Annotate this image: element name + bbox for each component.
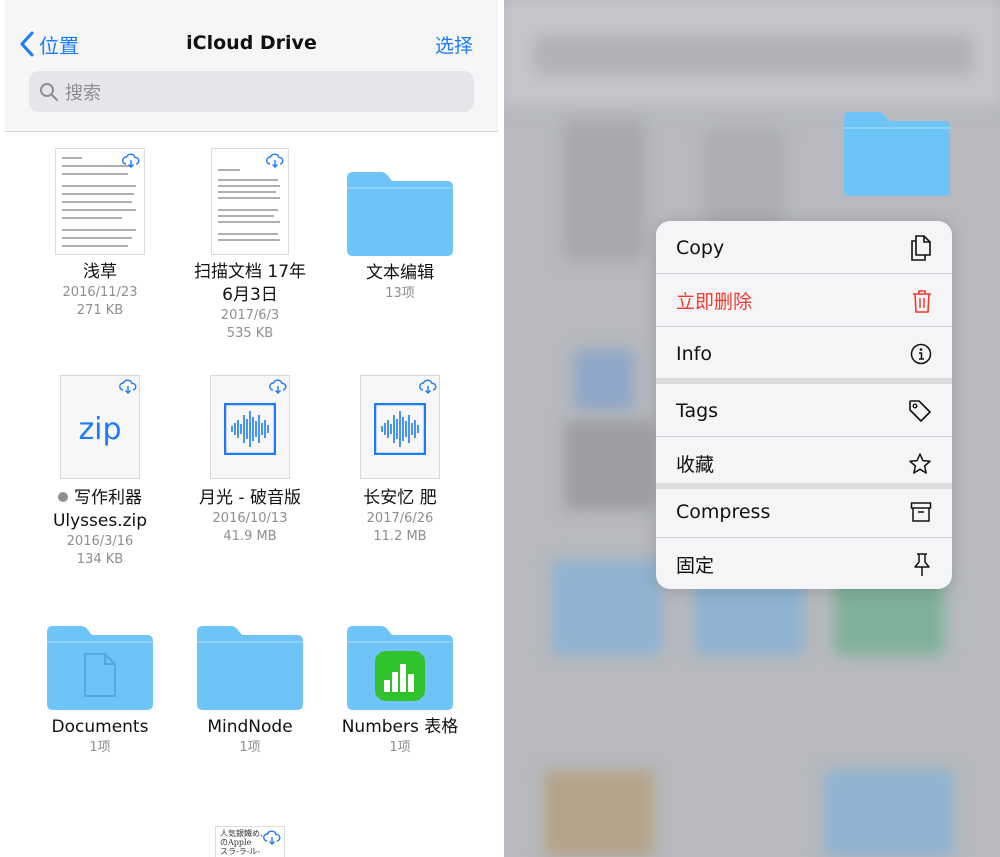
blurred-item bbox=[564, 120, 644, 260]
folder-icon bbox=[197, 626, 303, 710]
blurred-search bbox=[534, 35, 974, 75]
file-item[interactable]: 浅草 2016/11/23 271 KB bbox=[25, 148, 175, 320]
audio-icon bbox=[360, 375, 440, 479]
pin-icon bbox=[914, 552, 930, 576]
file-item[interactable]: 人気銀鐵め、 のApple スラ-ラ-ル- bbox=[175, 826, 325, 857]
file-date: 2017/6/26 bbox=[366, 511, 434, 526]
cloud-download-icon bbox=[269, 379, 287, 394]
file-name-line2: Ulysses.zip bbox=[52, 511, 148, 531]
folder-item[interactable]: Documents 1项 bbox=[25, 624, 175, 757]
file-item[interactable]: 扫描文档 17年 6月3日 2017/6/3 535 KB bbox=[175, 148, 325, 343]
menu-label: 固定 bbox=[676, 555, 715, 577]
cloud-download-icon bbox=[266, 153, 284, 168]
file-name: 扫描文档 17年 bbox=[193, 262, 307, 282]
folder-name: Documents bbox=[51, 717, 149, 737]
folder-name: Numbers 表格 bbox=[341, 717, 459, 737]
file-name: 浅草 bbox=[83, 262, 117, 282]
cloud-download-icon bbox=[419, 379, 437, 394]
file-item[interactable]: 长安忆 肥 2017/6/26 11.2 MB bbox=[325, 375, 475, 546]
search-field[interactable]: 搜索 bbox=[29, 71, 474, 112]
blurred-folder bbox=[552, 560, 662, 655]
cloud-download-icon bbox=[263, 830, 281, 845]
cloud-download-icon bbox=[119, 379, 137, 394]
folder-icon bbox=[347, 172, 453, 256]
search-icon bbox=[40, 82, 59, 101]
folder-count: 1项 bbox=[389, 740, 411, 755]
menu-label: Compress bbox=[676, 500, 771, 523]
folder-item[interactable]: Numbers 表格 1项 bbox=[325, 624, 475, 757]
menu-item-delete[interactable]: 立即删除 bbox=[656, 274, 952, 327]
document-thumbnail: 人気銀鐵め、 のApple スラ-ラ-ル- bbox=[215, 826, 285, 857]
file-name: 长安忆 肥 bbox=[363, 488, 437, 508]
folder-icon bbox=[844, 112, 950, 196]
status-dot bbox=[58, 492, 68, 502]
file-name-line2: 6月3日 bbox=[222, 285, 278, 305]
folder-item[interactable]: MindNode 1项 bbox=[175, 624, 325, 757]
context-menu-panel: Copy 立即删除 Info Tags 收藏 Compress 固定 bbox=[504, 0, 1000, 857]
file-size: 41.9 MB bbox=[223, 529, 277, 544]
menu-label: 收藏 bbox=[676, 454, 715, 476]
folder-item[interactable]: 文本编辑 13项 bbox=[325, 170, 475, 303]
file-name: 月光 - 破音版 bbox=[199, 488, 301, 508]
folder-name: MindNode bbox=[207, 717, 293, 737]
waveform-icon bbox=[374, 403, 426, 455]
archive-icon bbox=[910, 501, 932, 522]
menu-item-info[interactable]: Info bbox=[656, 327, 952, 380]
menu-item-pin[interactable]: 固定 bbox=[656, 538, 952, 589]
page-title: iCloud Drive bbox=[186, 32, 317, 54]
tag-icon bbox=[909, 399, 931, 422]
blurred-item bbox=[544, 770, 654, 857]
zip-label: zip bbox=[78, 412, 122, 447]
folder-count: 13项 bbox=[385, 286, 415, 301]
file-date: 2016/11/23 bbox=[62, 285, 138, 300]
thumb-text: スラ-ラ-ル- bbox=[220, 847, 261, 856]
thumb-text: のApple bbox=[220, 838, 252, 847]
folder-count: 1项 bbox=[89, 740, 111, 755]
menu-item-compress[interactable]: Compress bbox=[656, 485, 952, 538]
document-thumbnail bbox=[55, 148, 145, 255]
thumb-text: 人気銀鐵め、 bbox=[220, 829, 268, 838]
menu-item-copy[interactable]: Copy bbox=[656, 221, 952, 274]
numbers-folder-icon bbox=[347, 626, 453, 710]
menu-label: Info bbox=[676, 342, 712, 365]
blurred-item bbox=[564, 420, 654, 510]
waveform-icon bbox=[224, 403, 276, 455]
navigation-bar: 位置 iCloud Drive 选择 搜索 bbox=[5, 0, 498, 132]
star-icon bbox=[909, 452, 931, 474]
file-size: 11.2 MB bbox=[373, 529, 427, 544]
menu-item-tags[interactable]: Tags bbox=[656, 384, 952, 437]
menu-label: Tags bbox=[676, 399, 719, 422]
files-browser-panel: 位置 iCloud Drive 选择 搜索 浅草 2016/11/23 271 … bbox=[5, 0, 498, 857]
trash-icon bbox=[913, 289, 931, 313]
file-item[interactable]: zip 写作利器 Ulysses.zip 2016/3/16 134 KB bbox=[25, 375, 175, 569]
audio-icon bbox=[210, 375, 290, 479]
scanned-document-thumbnail bbox=[211, 148, 289, 255]
file-size: 271 KB bbox=[76, 303, 124, 318]
file-size: 134 KB bbox=[76, 552, 124, 567]
cloud-download-icon bbox=[122, 153, 140, 168]
file-name: 写作利器 bbox=[74, 488, 142, 508]
file-date: 2016/3/16 bbox=[66, 534, 134, 549]
file-size: 535 KB bbox=[226, 326, 274, 341]
folder-icon bbox=[47, 626, 153, 710]
folder-count: 1项 bbox=[239, 740, 261, 755]
info-icon bbox=[910, 343, 932, 364]
folder-name: 文本编辑 bbox=[366, 263, 434, 283]
copy-icon bbox=[911, 234, 931, 261]
context-menu: Copy 立即删除 Info Tags 收藏 Compress 固定 bbox=[656, 221, 952, 589]
search-placeholder: 搜索 bbox=[65, 82, 101, 104]
menu-label: 立即删除 bbox=[676, 291, 753, 313]
blurred-item bbox=[574, 350, 634, 410]
select-button[interactable]: 选择 bbox=[435, 31, 473, 58]
menu-label: Copy bbox=[676, 236, 725, 259]
file-item[interactable]: 月光 - 破音版 2016/10/13 41.9 MB bbox=[175, 375, 325, 546]
zip-icon: zip bbox=[60, 375, 140, 479]
file-date: 2017/6/3 bbox=[220, 308, 280, 323]
file-date: 2016/10/13 bbox=[212, 511, 288, 526]
blurred-item bbox=[824, 770, 954, 857]
